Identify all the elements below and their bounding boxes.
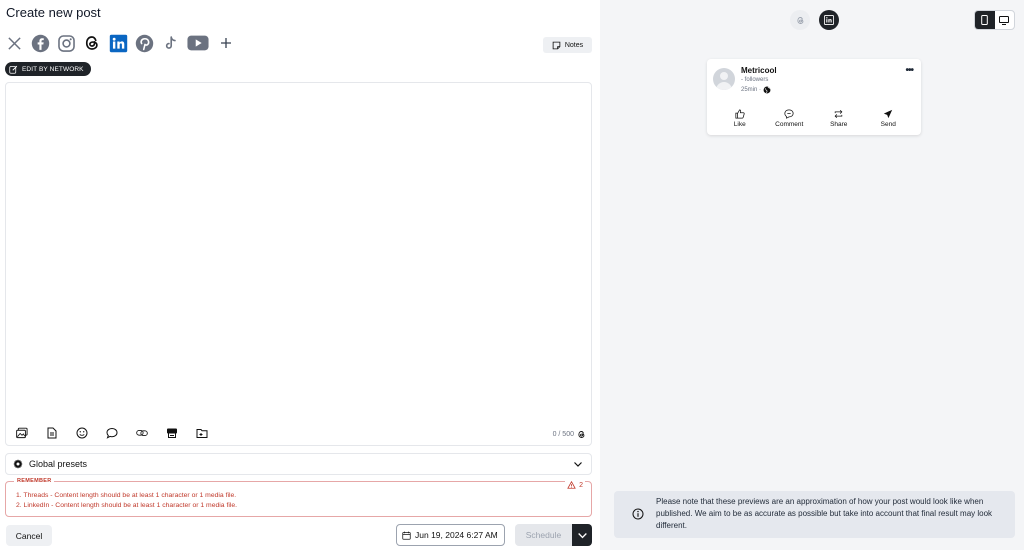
disclaimer-text: Please note that these previews are an a…	[656, 497, 993, 530]
schedule-options-button[interactable]	[572, 524, 592, 546]
remember-item: 2. LinkedIn - Content length should be a…	[16, 502, 238, 509]
plus-icon[interactable]	[216, 33, 236, 53]
global-presets-dropdown[interactable]: Global presets	[5, 453, 592, 475]
share-action[interactable]: Share	[819, 109, 859, 128]
youtube-icon[interactable]	[186, 33, 210, 53]
preview-tab-linkedin[interactable]	[819, 10, 839, 30]
post-time: 25min ·	[741, 86, 771, 94]
info-icon	[632, 508, 644, 520]
warning-count: 2	[565, 481, 585, 489]
threads-icon	[796, 16, 803, 24]
monitor-icon	[999, 15, 1010, 25]
editor-panel: Create new post Notes EDIT BY NETWORK 0 …	[0, 0, 600, 550]
edit-by-network-label: EDIT BY NETWORK	[22, 65, 84, 73]
comment-label: Comment	[775, 121, 804, 128]
remember-title: REMEMBER	[14, 478, 55, 484]
repost-icon	[834, 109, 843, 119]
edit-by-network-button[interactable]: EDIT BY NETWORK	[5, 62, 91, 76]
instagram-icon[interactable]	[56, 33, 76, 53]
send-action[interactable]: Send	[868, 109, 908, 128]
account-name: Metricool	[741, 66, 777, 75]
date-picker-button[interactable]: Jun 19, 2024 6:27 AM	[396, 524, 505, 546]
page-title: Create new post	[6, 5, 101, 20]
tiktok-icon[interactable]	[160, 33, 180, 53]
remember-box: REMEMBER 2 1. Threads - Content length s…	[5, 478, 592, 517]
link-icon[interactable]	[136, 427, 148, 439]
calendar-icon	[402, 531, 411, 540]
preview-network-tabs	[790, 10, 839, 30]
notes-label: Notes	[564, 41, 584, 49]
threads-small-icon	[578, 431, 585, 438]
cancel-button[interactable]: Cancel	[6, 525, 52, 546]
warning-count-value: 2	[579, 481, 583, 489]
followers-count: - followers	[741, 77, 769, 83]
like-action[interactable]: Like	[720, 109, 760, 128]
comment-icon[interactable]	[106, 427, 118, 439]
schedule-button[interactable]: Schedule	[515, 524, 572, 546]
remember-item: 1. Threads - Content length should be at…	[16, 492, 237, 499]
notes-button[interactable]: Notes	[543, 37, 592, 53]
editor-toolbar	[16, 427, 208, 439]
linkedin-post-preview: Metricool - followers 25min · ••• Like C…	[707, 59, 921, 135]
x-icon[interactable]	[4, 33, 24, 53]
linkedin-icon	[824, 15, 834, 25]
character-counter: 0 / 500	[553, 430, 586, 439]
post-time-text: 25min ·	[741, 87, 762, 93]
post-actions: Like Comment Share Send	[707, 109, 921, 128]
device-toggle	[974, 10, 1015, 30]
edit-icon	[9, 65, 18, 74]
send-icon	[884, 109, 893, 119]
chevron-down-icon	[577, 532, 587, 538]
avatar	[713, 68, 735, 90]
globe-icon	[763, 86, 771, 94]
warning-icon	[567, 481, 576, 489]
date-value: Jun 19, 2024 6:27 AM	[415, 530, 498, 540]
linkedin-icon[interactable]	[108, 33, 128, 53]
hashtag-saved-icon[interactable]	[166, 427, 178, 439]
note-icon	[552, 41, 561, 49]
document-icon[interactable]	[46, 427, 58, 439]
folder-icon[interactable]	[196, 427, 208, 439]
remember-list: 1. Threads - Content length should be at…	[16, 491, 237, 511]
preview-disclaimer: Please note that these previews are an a…	[614, 491, 1015, 538]
emoji-icon[interactable]	[76, 427, 88, 439]
network-selector	[4, 32, 236, 54]
like-label: Like	[733, 121, 746, 128]
share-label: Share	[830, 121, 848, 128]
post-editor: 0 / 500	[5, 82, 592, 446]
character-count: 0 / 500	[552, 431, 574, 438]
threads-icon[interactable]	[82, 33, 102, 53]
mobile-view-button[interactable]	[975, 11, 995, 29]
media-gallery-icon[interactable]	[16, 427, 28, 439]
desktop-view-button[interactable]	[995, 11, 1015, 29]
comment-icon	[784, 109, 794, 119]
pinterest-icon[interactable]	[134, 33, 154, 53]
post-text-input[interactable]	[14, 91, 584, 421]
gear-icon	[13, 459, 23, 469]
more-options-icon[interactable]: •••	[905, 65, 913, 76]
facebook-icon[interactable]	[30, 33, 50, 53]
comment-action[interactable]: Comment	[769, 109, 809, 128]
preview-tab-threads[interactable]	[790, 10, 810, 30]
send-label: Send	[880, 121, 896, 128]
thumbs-up-icon	[735, 109, 745, 119]
global-presets-label: Global presets	[29, 459, 88, 469]
chevron-down-icon	[574, 462, 582, 467]
phone-icon	[981, 15, 989, 25]
